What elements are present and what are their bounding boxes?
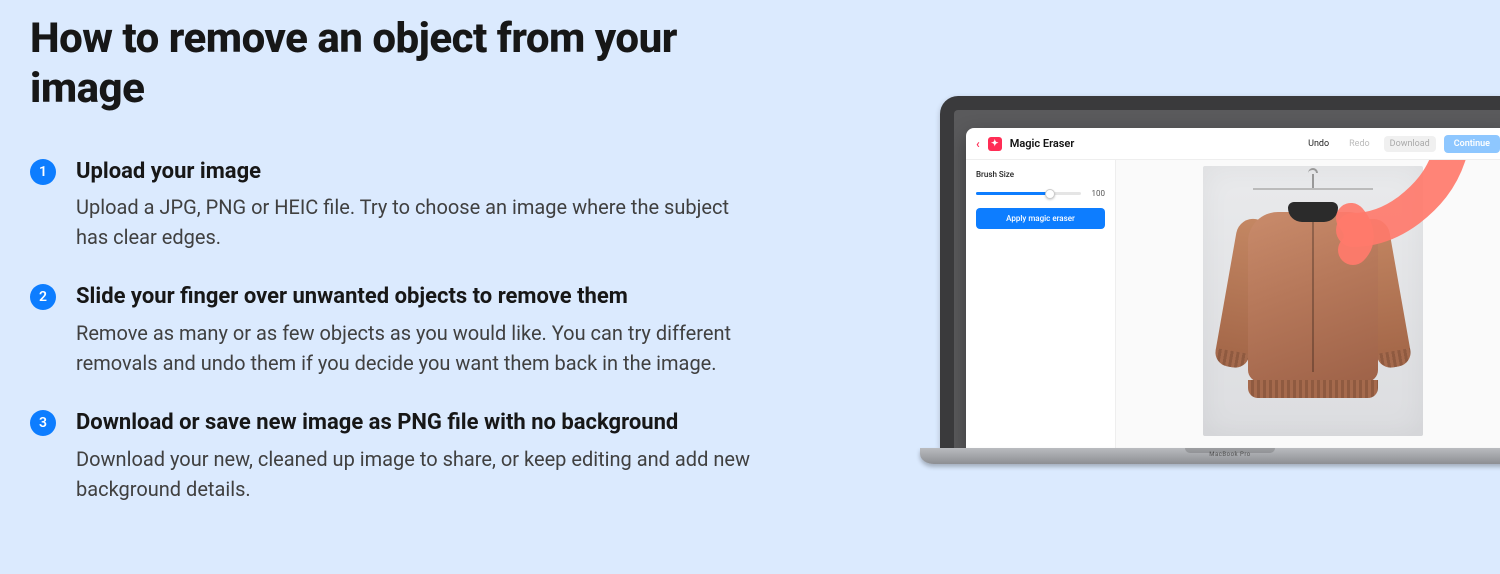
app-header: ‹ ✦ Magic Eraser Undo Redo Download Cont… [966,128,1500,160]
app-title: Magic Eraser [1010,137,1075,150]
step-3: 3 Download or save new image as PNG file… [30,408,750,504]
step-description: Remove as many or as few objects as you … [76,318,750,378]
step-number-badge: 1 [30,159,56,185]
brush-size-slider[interactable]: 100 [976,189,1105,198]
laptop-bezel: No layer ‹ ✦ Magic Eraser Undo Redo Down… [940,96,1500,448]
step-description: Download your new, cleaned up image to s… [76,444,750,504]
step-title: Upload your image [76,157,750,187]
step-title: Download or save new image as PNG file w… [76,408,750,438]
side-panel: Brush Size 100 Apply magic eraser [966,160,1116,448]
undo-button[interactable]: Undo [1302,136,1335,152]
brush-size-label: Brush Size [976,170,1105,179]
step-number-badge: 2 [30,284,56,310]
laptop-brand-label: MacBook Pro [920,451,1500,458]
app-window: ‹ ✦ Magic Eraser Undo Redo Download Cont… [966,128,1500,448]
step-description: Upload a JPG, PNG or HEIC file. Try to c… [76,192,750,252]
brush-size-value: 100 [1087,189,1105,198]
apply-eraser-button[interactable]: Apply magic eraser [976,208,1105,229]
slider-thumb[interactable] [1045,189,1055,199]
instructions-panel: How to remove an object from your image … [30,14,750,534]
download-button[interactable]: Download [1384,136,1436,152]
app-body: Brush Size 100 Apply magic eraser [966,160,1500,448]
page-heading: How to remove an object from your image [30,14,750,115]
app-logo-icon: ✦ [988,137,1002,151]
step-title: Slide your finger over unwanted objects … [76,282,750,312]
laptop-base: MacBook Pro [920,448,1500,464]
edited-image[interactable] [1203,166,1423,436]
step-1: 1 Upload your image Upload a JPG, PNG or… [30,157,750,253]
laptop-screen: No layer ‹ ✦ Magic Eraser Undo Redo Down… [954,110,1500,448]
continue-button[interactable]: Continue [1444,135,1500,153]
canvas-area[interactable] [1116,160,1500,448]
laptop-mockup: No layer ‹ ✦ Magic Eraser Undo Redo Down… [940,96,1500,464]
slider-track[interactable] [976,192,1081,195]
back-icon[interactable]: ‹ [976,137,980,151]
step-2: 2 Slide your finger over unwanted object… [30,282,750,378]
jacket-subject [1228,194,1398,404]
step-number-badge: 3 [30,410,56,436]
redo-button[interactable]: Redo [1343,136,1376,152]
